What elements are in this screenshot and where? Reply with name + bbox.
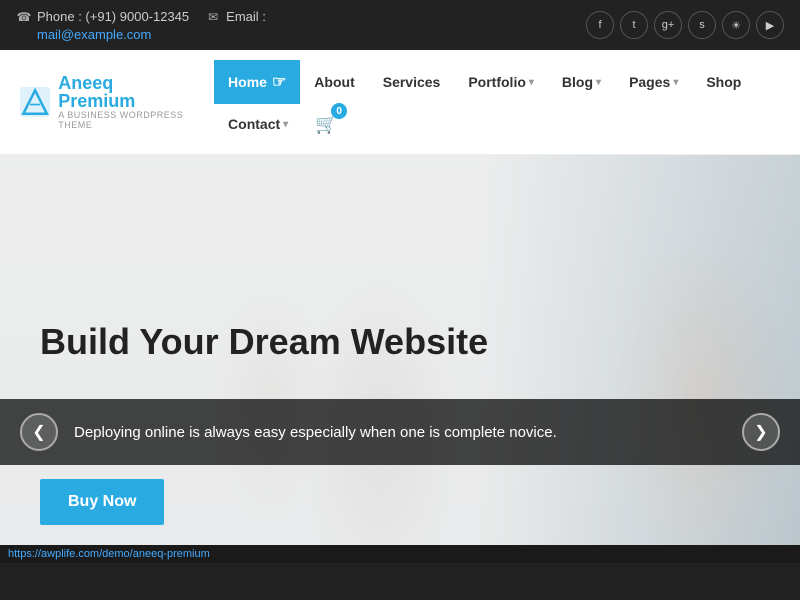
portfolio-dropdown-arrow: ▾: [529, 77, 534, 88]
status-bar: https://awplife.com/demo/aneeq-premium: [0, 545, 800, 563]
nav-about[interactable]: About: [300, 62, 368, 102]
youtube-icon[interactable]: ▶: [756, 11, 784, 39]
logo-tagline: A Business WordPress Theme: [58, 110, 194, 130]
top-bar-left: ☎ Phone : (+91) 9000-12345 ✉ Email : mai…: [16, 9, 266, 42]
email-label: Email :: [226, 9, 266, 24]
nav-blog-label: Blog: [562, 74, 593, 90]
main-nav: Home ☞ About Services Portfolio ▾ Blog ▾…: [214, 60, 780, 144]
hero-prev-button[interactable]: ❮: [20, 413, 58, 451]
cart-badge: 0: [331, 103, 347, 119]
nav-services-label: Services: [383, 74, 441, 90]
header: Aneeq Premium A Business WordPress Theme…: [0, 50, 800, 155]
top-bar: ☎ Phone : (+91) 9000-12345 ✉ Email : mai…: [0, 0, 800, 50]
pages-dropdown-arrow: ▾: [673, 77, 678, 88]
nav-portfolio[interactable]: Portfolio ▾: [454, 62, 548, 102]
nav-home-label: Home: [228, 74, 267, 90]
prev-arrow-icon: ❮: [32, 422, 45, 442]
hero-subtitle-bar: ❮ Deploying online is always easy especi…: [0, 399, 800, 465]
nav-portfolio-label: Portfolio: [468, 74, 526, 90]
nav-blog[interactable]: Blog ▾: [548, 62, 615, 102]
nav-contact[interactable]: Contact ▾: [214, 104, 302, 144]
hero-subtitle: Deploying online is always easy especial…: [74, 424, 742, 441]
status-url: https://awplife.com/demo/aneeq-premium: [8, 548, 210, 560]
logo-accent: Premium: [58, 91, 135, 111]
contact-row: ☎ Phone : (+91) 9000-12345 ✉ Email :: [16, 9, 266, 25]
logo-text: Aneeq Premium A Business WordPress Theme: [58, 74, 194, 130]
hero-content: Build Your Dream Website: [0, 292, 800, 408]
cursor-icon: ☞: [272, 72, 286, 92]
hero-next-button[interactable]: ❯: [742, 413, 780, 451]
phone-label: Phone : (+91) 9000-12345: [37, 9, 189, 24]
nav-services[interactable]: Services: [369, 62, 455, 102]
phone-item: ☎ Phone : (+91) 9000-12345: [16, 9, 189, 25]
buy-now-button[interactable]: Buy Now: [40, 479, 164, 525]
next-arrow-icon: ❯: [754, 422, 767, 442]
email-icon: ✉: [205, 9, 221, 25]
logo-brand: Aneeq: [58, 73, 113, 93]
nav-home[interactable]: Home ☞: [214, 60, 300, 104]
facebook-icon[interactable]: f: [586, 11, 614, 39]
logo-name: Aneeq Premium: [58, 74, 194, 110]
cart-button[interactable]: 🛒 0: [310, 108, 342, 140]
logo: Aneeq Premium A Business WordPress Theme: [20, 74, 194, 130]
nav-pages-label: Pages: [629, 74, 670, 90]
phone-icon: ☎: [16, 9, 32, 25]
nav-shop-label: Shop: [706, 74, 741, 90]
email-address: mail@example.com: [37, 27, 151, 42]
twitter-icon[interactable]: t: [620, 11, 648, 39]
instagram-icon[interactable]: ☀: [722, 11, 750, 39]
contact-dropdown-arrow: ▾: [283, 119, 288, 130]
googleplus-icon[interactable]: g+: [654, 11, 682, 39]
social-links: f t g+ s ☀ ▶: [586, 11, 784, 39]
nav-pages[interactable]: Pages ▾: [615, 62, 692, 102]
skype-icon[interactable]: s: [688, 11, 716, 39]
nav-about-label: About: [314, 74, 354, 90]
blog-dropdown-arrow: ▾: [596, 77, 601, 88]
nav-shop[interactable]: Shop: [692, 62, 755, 102]
nav-contact-label: Contact: [228, 116, 280, 132]
logo-icon: [20, 84, 50, 120]
hero-title: Build Your Dream Website: [40, 322, 760, 362]
email-item: ✉ Email :: [205, 9, 266, 25]
hero-section: Build Your Dream Website ❮ Deploying onl…: [0, 155, 800, 545]
